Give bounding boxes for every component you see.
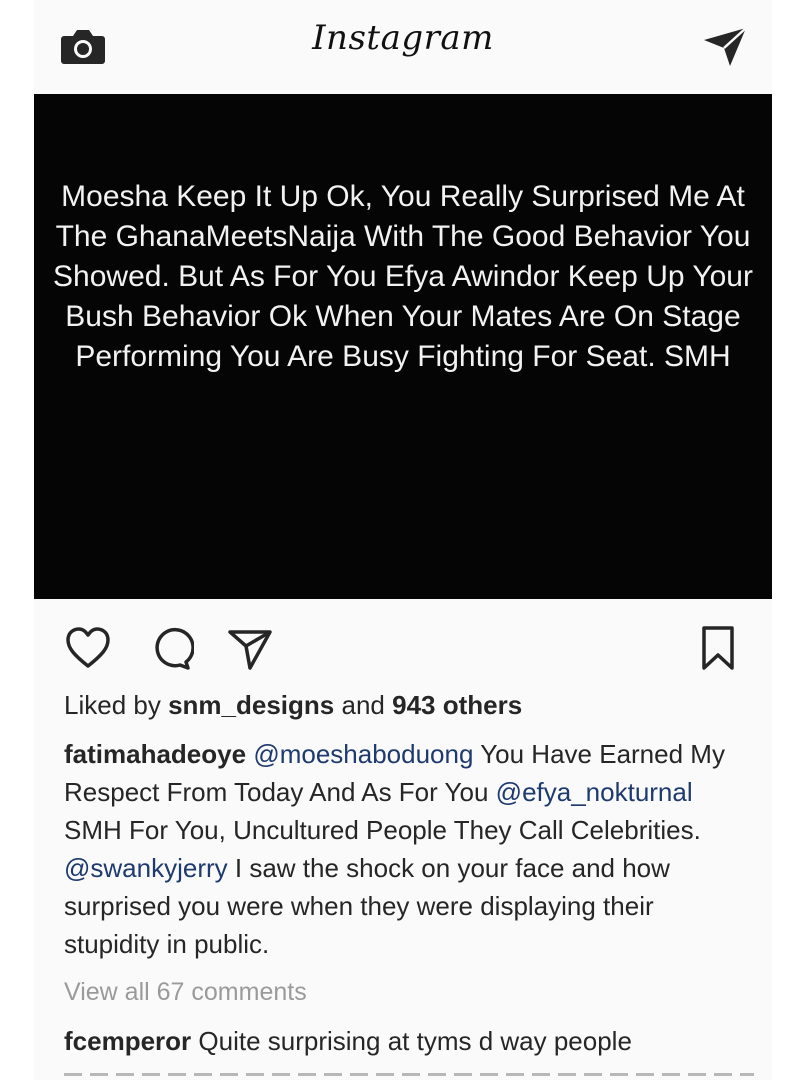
- likes-line: Liked by snm_designs and 943 others: [64, 690, 522, 721]
- paper-plane-icon[interactable]: [702, 26, 748, 68]
- comment-row: fcemperor Quite surprising at tyms d way…: [64, 1026, 764, 1057]
- mention-moeshaboduong[interactable]: @moeshaboduong: [253, 739, 473, 769]
- heart-icon[interactable]: [64, 624, 112, 672]
- action-bar: [34, 612, 772, 682]
- likes-prefix: Liked by: [64, 690, 161, 720]
- share-paper-plane-icon[interactable]: [226, 624, 274, 672]
- instagram-frame: Instagram Moesha Keep It Up Ok, You Real…: [34, 0, 772, 1080]
- comment-icon[interactable]: [146, 624, 194, 672]
- comment-username[interactable]: fcemperor: [64, 1026, 191, 1056]
- likes-others[interactable]: 943 others: [392, 690, 522, 720]
- cropped-text-line: [64, 1068, 754, 1080]
- caption-username[interactable]: fatimahadeoye: [64, 739, 246, 769]
- liker-username[interactable]: snm_designs: [168, 690, 334, 720]
- caption: fatimahadeoye @moeshaboduong You Have Ea…: [64, 735, 754, 963]
- mention-efya-nokturnal[interactable]: @efya_nokturnal: [496, 777, 693, 807]
- caption-text-2: SMH For You, Uncultured People They Call…: [64, 815, 701, 845]
- view-all-comments-link[interactable]: View all 67 comments: [64, 978, 307, 1007]
- comment-text: Quite surprising at tyms d way people: [198, 1026, 632, 1056]
- bookmark-icon[interactable]: [694, 624, 742, 672]
- likes-middle: and: [341, 690, 385, 720]
- post-image[interactable]: Moesha Keep It Up Ok, You Really Surpris…: [34, 94, 772, 599]
- instagram-logo: Instagram: [312, 18, 494, 58]
- post-image-text: Moesha Keep It Up Ok, You Really Surpris…: [53, 180, 753, 373]
- mention-swankyjerry[interactable]: @swankyjerry: [64, 853, 228, 883]
- top-bar: Instagram: [34, 0, 772, 94]
